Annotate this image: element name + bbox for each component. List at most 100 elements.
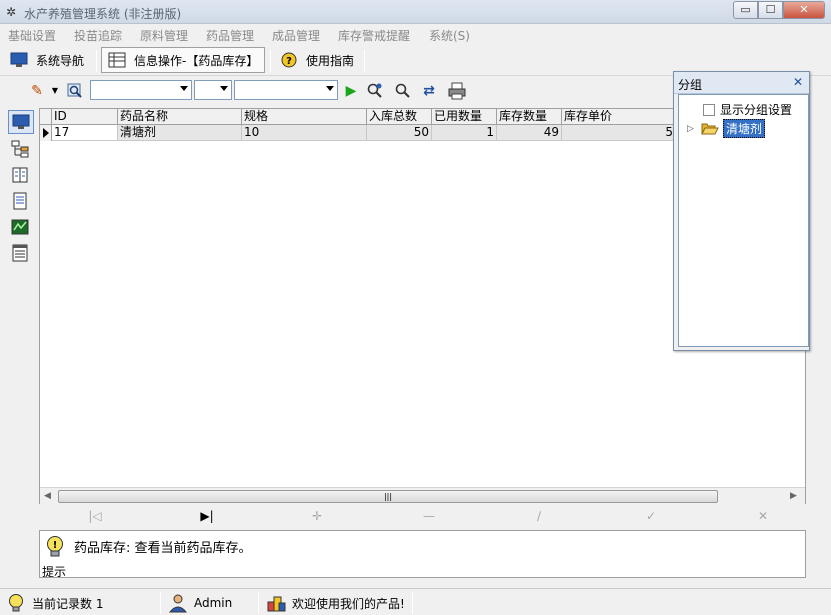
- menu-materials[interactable]: 原料管理: [140, 27, 188, 44]
- group-panel-close-icon[interactable]: ✕: [793, 75, 803, 89]
- menu-medicine[interactable]: 药品管理: [206, 27, 254, 44]
- edit-pencil-icon[interactable]: ✎: [28, 82, 46, 100]
- find-user-icon[interactable]: [366, 82, 384, 100]
- scroll-right-arrow-icon[interactable]: ▶: [790, 491, 797, 501]
- sitemap-icon[interactable]: [11, 140, 29, 158]
- value-select[interactable]: [234, 80, 338, 100]
- products-icon: [267, 596, 286, 612]
- close-button[interactable]: ✕: [783, 1, 825, 19]
- toolbar: ✎ ▼ ▶ ⇄: [8, 78, 673, 104]
- divider: [258, 592, 259, 614]
- edit-record-icon[interactable]: ∕: [531, 509, 547, 523]
- hint-panel: ! 提示 药品库存: 查看当前药品库存。: [39, 530, 806, 579]
- folder-open-icon: [701, 123, 719, 135]
- cell-spec[interactable]: 10: [242, 125, 367, 140]
- hint-label: 提示: [42, 565, 67, 579]
- column-header-total-in[interactable]: 入库总数: [367, 109, 432, 125]
- minimize-button[interactable]: ▭: [733, 1, 758, 19]
- column-header-stock[interactable]: 库存数量: [497, 109, 562, 125]
- menu-system[interactable]: 系统(S): [429, 27, 470, 44]
- status-user: Admin: [168, 593, 232, 613]
- play-icon[interactable]: ▶: [342, 82, 360, 100]
- divider: [364, 50, 365, 72]
- sidebar-monitor-button[interactable]: [8, 110, 34, 134]
- maximize-button[interactable]: ☐: [758, 1, 783, 19]
- status-welcome: 欢迎使用我们的产品!: [266, 593, 405, 613]
- table-icon: [108, 52, 126, 68]
- menu-bar: 基础设置 投苗追踪 原料管理 药品管理 成品管理 库存警戒提醒 系统(S): [0, 24, 831, 44]
- horizontal-scrollbar[interactable]: ◀ ||| ▶: [40, 487, 805, 504]
- group-panel: 分组 ✕ 显示分组设置 ▷ 清塘剂: [673, 71, 810, 351]
- system-nav-button[interactable]: 系统导航: [10, 47, 84, 73]
- book-icon[interactable]: [11, 166, 29, 184]
- checkbox-box[interactable]: [703, 103, 715, 116]
- cell-total-in[interactable]: 50: [367, 125, 432, 140]
- document-icon[interactable]: [11, 192, 29, 210]
- monitor-icon: [10, 52, 28, 67]
- window-title: 水产养殖管理系统 (非注册版): [24, 7, 182, 21]
- user-name: Admin: [194, 596, 233, 610]
- insert-record-icon[interactable]: ✛: [309, 509, 325, 523]
- left-toolbar: [8, 108, 36, 528]
- lightbulb-icon: [9, 594, 23, 612]
- svg-text:?: ?: [286, 56, 292, 67]
- refresh-icon[interactable]: ⇄: [420, 82, 438, 100]
- chart-icon[interactable]: [11, 218, 29, 236]
- report-icon[interactable]: [11, 244, 29, 262]
- printer-icon[interactable]: [448, 82, 466, 100]
- tree-item-label: 清塘剂: [723, 119, 766, 138]
- cell-id[interactable]: 17: [52, 125, 118, 140]
- operator-select[interactable]: [194, 80, 232, 100]
- chevron-down-icon: [180, 86, 188, 91]
- cell-name[interactable]: 清塘剂: [118, 125, 242, 140]
- system-nav-label: 系统导航: [36, 53, 85, 68]
- cell-stock[interactable]: 49: [497, 125, 562, 140]
- field-select[interactable]: [90, 80, 192, 100]
- show-group-settings-checkbox[interactable]: 显示分组设置: [703, 101, 792, 118]
- first-record-icon[interactable]: |◁: [87, 509, 103, 523]
- scroll-left-arrow-icon[interactable]: ◀: [44, 491, 51, 501]
- menu-stock-alert[interactable]: 库存警戒提醒: [338, 27, 410, 44]
- column-header-spec[interactable]: 规格: [242, 109, 367, 125]
- hint-text: 药品库存: 查看当前药品库存。: [74, 541, 252, 556]
- cancel-record-icon[interactable]: ✕: [755, 509, 771, 523]
- cell-price[interactable]: 5: [562, 125, 676, 140]
- record-count-text: 当前记录数 1: [32, 596, 104, 611]
- cell-used[interactable]: 1: [432, 125, 497, 140]
- scroll-thumb[interactable]: |||: [58, 490, 718, 503]
- search-icon[interactable]: [66, 82, 84, 100]
- tab-info-operation-label: 信息操作-【药品库存】: [134, 53, 259, 68]
- tree-item[interactable]: ▷ 清塘剂: [687, 119, 766, 138]
- current-row-indicator-icon: [40, 125, 52, 141]
- divider: [160, 592, 161, 614]
- divider: [412, 592, 413, 614]
- last-record-icon[interactable]: ▶|: [199, 509, 215, 523]
- tree-expand-icon[interactable]: ▷: [687, 124, 697, 134]
- edit-dropdown-arrow-icon[interactable]: ▼: [46, 82, 64, 100]
- menu-basic-settings[interactable]: 基础设置: [8, 27, 56, 44]
- chevron-down-icon: [220, 86, 228, 91]
- record-navigator: |◁ ▶| ✛ — ∕ ✓ ✕: [39, 505, 806, 527]
- find-icon[interactable]: [394, 82, 412, 100]
- group-panel-title-bar[interactable]: 分组 ✕: [674, 72, 809, 94]
- help-icon: ?: [281, 52, 297, 68]
- menu-fry-tracking[interactable]: 投苗追踪: [74, 27, 122, 44]
- group-panel-title: 分组: [678, 78, 703, 92]
- column-header-used[interactable]: 已用数量: [432, 109, 497, 125]
- user-guide-button[interactable]: ? 使用指南: [280, 47, 354, 73]
- delete-record-icon[interactable]: —: [421, 509, 437, 523]
- column-header-name[interactable]: 药品名称: [118, 109, 242, 125]
- column-header-id[interactable]: ID: [52, 109, 118, 125]
- monitor-icon: [12, 114, 30, 129]
- svg-text:!: !: [53, 540, 58, 551]
- group-panel-body: 显示分组设置 ▷ 清塘剂: [678, 94, 809, 347]
- menu-products[interactable]: 成品管理: [272, 27, 320, 44]
- title-bar: ✲ 水产养殖管理系统 (非注册版) ▭ ☐ ✕: [0, 0, 831, 24]
- divider: [96, 50, 97, 72]
- chevron-down-icon: [326, 86, 334, 91]
- post-record-icon[interactable]: ✓: [643, 509, 659, 523]
- status-bar: 当前记录数 1 Admin 欢迎使用我们的产品!: [0, 588, 831, 615]
- column-header-price[interactable]: 库存单价: [562, 109, 676, 125]
- tab-info-operation[interactable]: 信息操作-【药品库存】: [101, 47, 266, 73]
- status-record-count: 当前记录数 1: [6, 593, 103, 613]
